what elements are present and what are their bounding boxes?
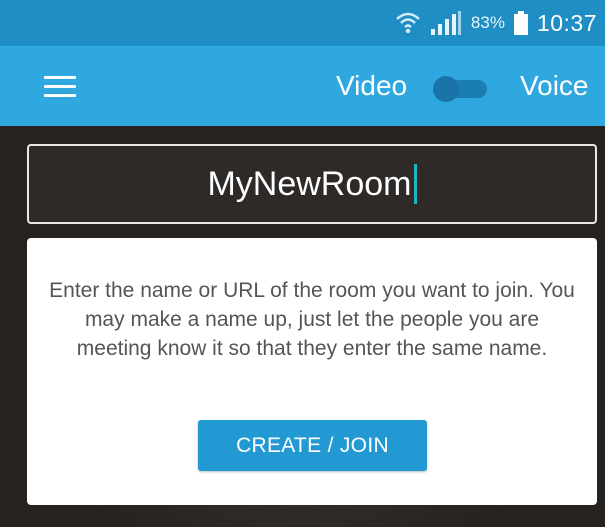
wifi-icon: [395, 9, 421, 37]
status-time: 10:37: [536, 9, 597, 36]
instructions-text: Enter the name or URL of the room you wa…: [49, 279, 575, 360]
status-icons: 83% 10:37: [395, 8, 597, 38]
battery-icon: [513, 10, 529, 36]
create-join-button[interactable]: CREATE / JOIN: [198, 420, 427, 471]
voice-mode-label[interactable]: Voice: [520, 70, 589, 102]
battery-percent: 83%: [470, 13, 505, 32]
hamburger-menu-icon[interactable]: [44, 76, 76, 98]
signal-icon: [429, 10, 463, 36]
app-bar: Video Voice: [0, 46, 605, 126]
text-caret: [413, 164, 417, 204]
room-name-input[interactable]: MyNewRoom: [27, 144, 597, 224]
video-voice-toggle[interactable]: [433, 76, 487, 102]
room-name-value: MyNewRoom: [207, 164, 412, 203]
video-mode-label[interactable]: Video: [336, 70, 407, 102]
toggle-thumb: [433, 76, 459, 102]
status-bar: 83% 10:37: [0, 0, 605, 46]
join-room-card: Enter the name or URL of the room you wa…: [27, 238, 597, 505]
